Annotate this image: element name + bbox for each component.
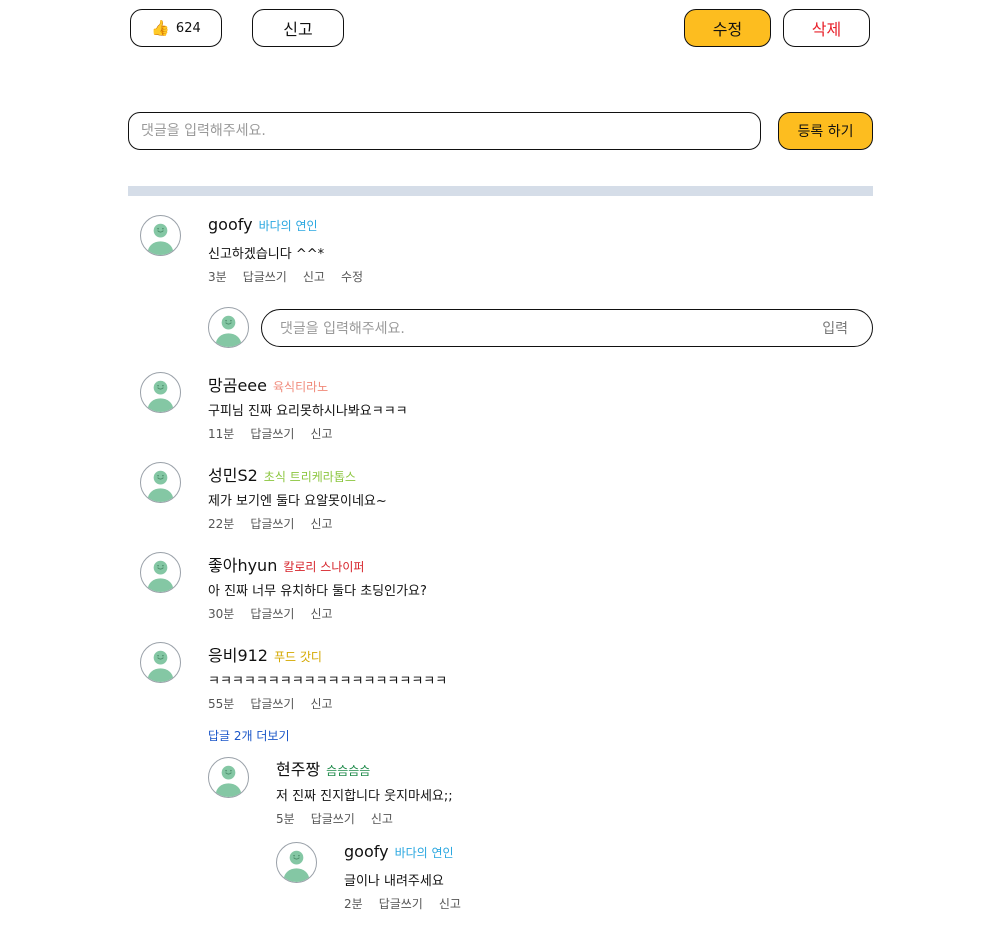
like-count: 624 xyxy=(175,20,201,36)
comment-author[interactable]: 망곰eee 육식티라노 xyxy=(208,372,328,396)
reply-input[interactable] xyxy=(278,310,802,347)
reply-author[interactable]: goofy 바다의 연인 xyxy=(344,842,454,861)
avatar xyxy=(140,642,181,683)
report-link[interactable]: 신고 xyxy=(439,895,461,912)
comment-text: 제가 보기엔 둘다 요알못이네요~ xyxy=(208,494,387,509)
comment-meta: 30분 답글쓰기 신고 xyxy=(208,605,333,622)
comment-text: 구피님 진짜 요리못하시나봐요ㅋㅋㅋ xyxy=(208,404,408,419)
report-link[interactable]: 신고 xyxy=(303,268,325,285)
more-replies-link[interactable]: 답글 2개 더보기 xyxy=(208,727,290,744)
avatar xyxy=(140,372,181,413)
nickname: 망곰eee xyxy=(208,376,267,395)
report-link[interactable]: 신고 xyxy=(310,605,332,622)
comment-submit-label: 등록 하기 xyxy=(797,124,854,140)
nickname: goofy xyxy=(208,215,253,234)
avatar xyxy=(208,307,249,348)
reply-link[interactable]: 답글쓰기 xyxy=(311,810,355,827)
delete-post-button[interactable]: 삭제 xyxy=(783,9,870,47)
nickname: goofy xyxy=(344,842,389,861)
comment-time: 11분 xyxy=(208,427,235,441)
reply-link[interactable]: 답글쓰기 xyxy=(379,895,423,912)
comment-author[interactable]: goofy 바다의 연인 xyxy=(208,215,318,234)
reply-link[interactable]: 답글쓰기 xyxy=(250,425,294,442)
comment-meta: 22분 답글쓰기 신고 xyxy=(208,515,333,532)
comment-time: 3분 xyxy=(208,270,227,284)
author-badge: 푸드 갓디 xyxy=(273,650,322,664)
reply-link[interactable]: 답글쓰기 xyxy=(250,695,294,712)
edit-link[interactable]: 수정 xyxy=(341,268,363,285)
reply-meta: 2분 답글쓰기 신고 xyxy=(344,895,461,912)
reply-meta: 5분 답글쓰기 신고 xyxy=(276,810,393,827)
comment-time: 55분 xyxy=(208,697,235,711)
reply-link[interactable]: 답글쓰기 xyxy=(243,268,287,285)
comment-author[interactable]: 좋아hyun 칼로리 스나이퍼 xyxy=(208,552,364,576)
report-link[interactable]: 신고 xyxy=(310,695,332,712)
comment-time: 22분 xyxy=(208,517,235,531)
comment-input[interactable] xyxy=(128,112,761,150)
avatar xyxy=(140,462,181,503)
thumbs-up-icon: 👍 xyxy=(151,18,170,37)
comment-submit-button[interactable]: 등록 하기 xyxy=(778,112,873,150)
edit-post-button[interactable]: 수정 xyxy=(684,9,771,47)
edit-post-label: 수정 xyxy=(712,20,743,39)
author-badge: 초식 트리케라톱스 xyxy=(263,470,356,484)
avatar xyxy=(208,757,249,798)
comment-meta: 55분 답글쓰기 신고 xyxy=(208,695,333,712)
nickname: 현주짱 xyxy=(276,760,321,779)
comment-text: 아 진짜 너무 유치하다 둘다 초딩인가요? xyxy=(208,584,427,599)
comment-author[interactable]: 응비912 푸드 갓디 xyxy=(208,642,322,666)
report-link[interactable]: 신고 xyxy=(310,425,332,442)
reply-submit-button[interactable]: 입력 xyxy=(822,310,848,345)
delete-post-label: 삭제 xyxy=(811,20,842,39)
author-badge: 칼로리 스나이퍼 xyxy=(283,560,365,574)
author-badge: 바다의 연인 xyxy=(258,219,318,233)
like-button[interactable]: 👍 624 xyxy=(130,9,222,47)
reply-author[interactable]: 현주짱 슴슴슴슴 xyxy=(276,756,370,780)
comment-time: 30분 xyxy=(208,607,235,621)
report-post-button[interactable]: 신고 xyxy=(252,9,344,47)
reply-time: 5분 xyxy=(276,812,295,826)
reply-link[interactable]: 답글쓰기 xyxy=(250,515,294,532)
author-badge: 육식티라노 xyxy=(272,380,329,394)
avatar xyxy=(140,552,181,593)
reply-time: 2분 xyxy=(344,897,363,911)
reply-text: 글이나 내려주세요 xyxy=(344,874,444,889)
nickname: 성민S2 xyxy=(208,466,258,485)
avatar xyxy=(140,215,181,256)
report-link[interactable]: 신고 xyxy=(310,515,332,532)
reply-input-box: 입력 xyxy=(261,309,873,347)
nickname: 응비912 xyxy=(208,646,268,665)
comment-meta: 11분 답글쓰기 신고 xyxy=(208,425,333,442)
avatar xyxy=(276,842,317,883)
author-badge: 슴슴슴슴 xyxy=(326,764,371,778)
report-post-label: 신고 xyxy=(283,20,313,39)
nickname: 좋아hyun xyxy=(208,556,278,575)
report-link[interactable]: 신고 xyxy=(371,810,393,827)
comment-meta: 3분 답글쓰기 신고 수정 xyxy=(208,268,363,285)
comment-text: ㅋㅋㅋㅋㅋㅋㅋㅋㅋㅋㅋㅋㅋㅋㅋㅋㅋㅋㅋㅋ xyxy=(208,674,448,689)
reply-text: 저 진짜 진지합니다 웃지마세요;; xyxy=(276,789,453,804)
section-divider xyxy=(128,186,873,196)
comment-author[interactable]: 성민S2 초식 트리케라톱스 xyxy=(208,462,356,486)
comment-text: 신고하겠습니다 ^^* xyxy=(208,247,325,262)
reply-link[interactable]: 답글쓰기 xyxy=(250,605,294,622)
author-badge: 바다의 연인 xyxy=(394,846,454,860)
